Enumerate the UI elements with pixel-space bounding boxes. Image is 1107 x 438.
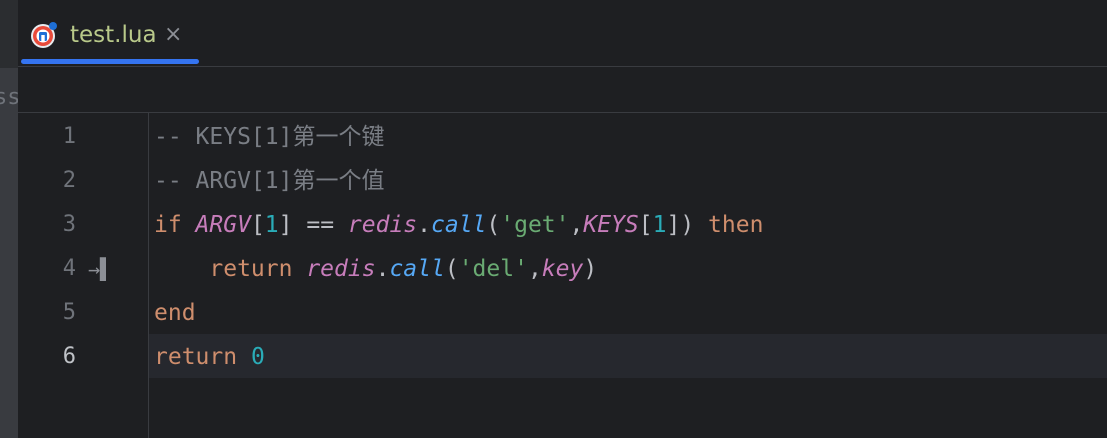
code-token: -- KEYS[1]第一个键 — [154, 124, 385, 150]
code-token: call — [431, 212, 487, 238]
editor-toolbar — [18, 67, 1107, 113]
code-token: then — [708, 212, 764, 238]
code-token: [ — [250, 212, 265, 238]
code-token: [ — [638, 212, 653, 238]
tab-test-lua[interactable]: test.lua × — [18, 0, 199, 66]
code-token: 1 — [652, 212, 667, 238]
tab-indent-marker: →▌ — [88, 257, 113, 281]
code-token: call — [389, 256, 445, 282]
code-line[interactable]: end — [154, 291, 196, 335]
code-token: redis — [306, 256, 376, 282]
line-number: 3 — [62, 212, 76, 237]
code-token: , — [569, 212, 584, 238]
code-token: return — [154, 344, 251, 370]
line-gutter: 1 2 3 4 →▌ 5 6 — [18, 113, 149, 438]
line-number: 5 — [62, 300, 76, 325]
code-token: ]) — [666, 212, 709, 238]
line-number: 2 — [62, 168, 76, 193]
code-token: . — [375, 256, 390, 282]
code-token: 0 — [250, 344, 265, 370]
line-number: 1 — [62, 124, 76, 149]
code-line[interactable]: if ARGV[1] == redis.call('get',KEYS[1]) … — [154, 203, 763, 247]
left-panel-label: ss — [0, 85, 18, 110]
close-icon[interactable]: × — [164, 20, 182, 50]
line-number: 6 — [62, 344, 76, 369]
code-token: , — [527, 256, 542, 282]
editor-tab-bar: test.lua × — [18, 0, 1107, 67]
code-token: end — [154, 300, 196, 326]
left-panel-edge[interactable] — [0, 68, 18, 438]
code-token: 'del' — [458, 256, 528, 282]
code-token: ) — [583, 256, 598, 282]
code-line[interactable]: return redis.call('del',key) — [154, 247, 597, 291]
code-line[interactable]: return 0 — [154, 335, 265, 379]
code-token: -- ARGV[1]第一个值 — [154, 168, 385, 194]
code-token: ( — [486, 212, 501, 238]
code-token: ] == — [278, 212, 348, 238]
lua-file-icon — [28, 20, 58, 50]
code-line[interactable]: -- ARGV[1]第一个值 — [154, 159, 384, 203]
code-token: 1 — [264, 212, 279, 238]
code-token: KEYS — [583, 212, 639, 238]
code-token: . — [417, 212, 432, 238]
code-token: return — [209, 256, 307, 282]
code-line[interactable]: -- KEYS[1]第一个键 — [154, 115, 384, 159]
code-token: if — [154, 212, 196, 238]
code-token: ARGV — [195, 212, 251, 238]
line-number: 4 — [62, 256, 76, 281]
code-token: 'get' — [500, 212, 570, 238]
tab-label: test.lua — [70, 22, 157, 48]
code-token: ( — [444, 256, 459, 282]
code-token: redis — [347, 212, 418, 238]
code-token: key — [541, 256, 584, 282]
code-editor[interactable]: 1 2 3 4 →▌ 5 6 -- KEYS[1]第一个键 -- ARGV[1]第一个值 if … — [18, 113, 1107, 438]
active-tab-indicator — [21, 59, 199, 64]
